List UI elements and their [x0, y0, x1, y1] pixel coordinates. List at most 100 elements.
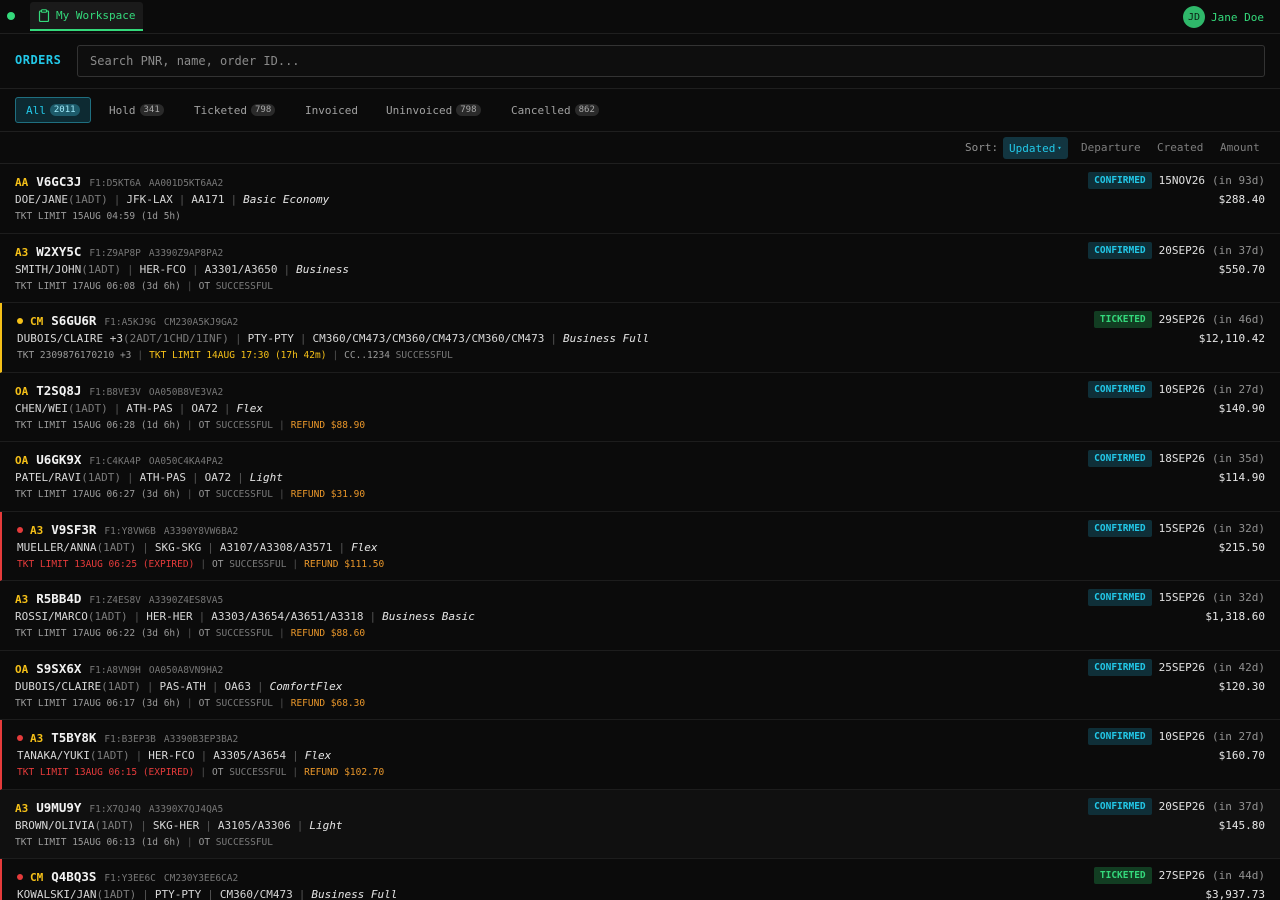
tab-my-workspace[interactable]: My Workspace	[30, 2, 144, 31]
order-amount: $550.70	[1218, 262, 1265, 276]
sort-label: Sort:	[965, 141, 999, 154]
airline-code: OA	[15, 384, 29, 398]
days-until: (in 46d)	[1212, 313, 1265, 326]
airline-code: OA	[15, 454, 29, 467]
ticketing-line: TKT LIMIT 17AUG 06:22 (3d 6h) | OT SUCCESS…	[15, 628, 365, 639]
status-badge: CONFIRMED	[1088, 241, 1152, 259]
pnr-code[interactable]: W2XY5C	[36, 244, 81, 259]
sort-bar: Sort: Updated ▾ Departure Created Amount	[0, 132, 1280, 164]
sort-amount[interactable]: Amount	[1220, 141, 1260, 154]
order-amount: $140.90	[1218, 401, 1265, 415]
ot-status: SUCCESSFUL	[215, 280, 273, 292]
pnr-code[interactable]: U6GK9X	[36, 452, 81, 467]
passenger-name: DUBOIS/CLAIRE +3	[17, 332, 123, 345]
passenger-name: TANAKA/YUKI	[17, 749, 90, 762]
order-id: CM230A5KJ9GA2	[163, 317, 239, 328]
pnr-code[interactable]: T5BY8K	[51, 730, 96, 745]
order-row[interactable]: OA U6GK9X F1:C4KA4P OA050C4KA4PA2 PATEL/RAVI…	[0, 442, 1280, 512]
status-badge: TICKETED	[1093, 311, 1152, 328]
route: PTY-PTY	[154, 888, 202, 900]
flight-numbers: OA72	[191, 401, 218, 415]
pnr-code[interactable]: Q4BQ3S	[51, 869, 96, 884]
passenger-name: PATEL/RAVI	[15, 471, 82, 484]
tab-hold[interactable]: Hold 341	[109, 97, 164, 123]
ticket-time-limit: TKT LIMIT 13AUG 06:15 (EXPIRED)	[17, 767, 195, 778]
avatar: JD	[1183, 6, 1206, 28]
separator: |	[135, 749, 143, 762]
sort-created[interactable]: Created	[1157, 141, 1203, 154]
ticketing-line: TKT LIMIT 17AUG 06:08 (3d 6h) | OT SUCCESS…	[15, 281, 273, 292]
order-row[interactable]: A3 T5BY8K F1:B3EP3B A3390B3EP3BA2 TANAKA/YUK…	[0, 720, 1280, 790]
pnr-code[interactable]: R5BB4D	[36, 591, 81, 606]
tab-label: All	[26, 103, 46, 117]
ot-label: OT	[198, 697, 216, 709]
ot-label: OT	[212, 558, 230, 570]
tab-uninvoiced[interactable]: Uninvoiced 798	[386, 97, 481, 123]
flight-numbers: CM360/CM473/CM360/CM473/CM360/CM473	[312, 332, 545, 345]
separator: |	[237, 471, 244, 484]
tab-cancelled[interactable]: Cancelled 862	[511, 97, 599, 123]
tab-all[interactable]: All 2011	[15, 97, 91, 123]
fare-brand: Business Full	[311, 888, 398, 900]
order-header: OA T2SQ8J F1:B8VE3V OA050B8VE3VA2	[15, 383, 231, 398]
separator: |	[292, 558, 299, 570]
page-title: ORDERS	[15, 53, 62, 67]
pnr-code[interactable]: S9SX6X	[36, 661, 81, 676]
ot-status: SUCCESSFUL	[215, 697, 273, 709]
order-list: AA V6GC3J F1:D5KT6A AA001D5KT6AA2 DOE/JANE(1…	[0, 164, 1280, 900]
flight-numbers: OA72	[204, 471, 232, 484]
tab-invoiced[interactable]: Invoiced	[305, 97, 358, 123]
order-row[interactable]: OA T2SQ8J F1:B8VE3V OA050B8VE3VA2 CHEN/WEI(1…	[0, 373, 1280, 442]
passenger-name: KOWALSKI/JAN	[17, 888, 97, 900]
passenger-name: DUBOIS/CLAIRE	[15, 679, 102, 693]
passenger-types: (1ADT)	[94, 818, 135, 832]
separator: |	[178, 193, 186, 206]
separator: |	[278, 419, 285, 431]
status-line: CONFIRMED 20SEP26 (in 37d)	[1088, 241, 1265, 259]
count-badge: 798	[250, 104, 276, 116]
ticketing-line: TKT 2309876170210 +3 | TKT LIMIT 14AUG 17:…	[17, 350, 453, 361]
route: JFK-LAX	[126, 193, 173, 206]
order-row[interactable]: A3 V9SF3R F1:Y8VW6B A3390Y8VW6BA2 MUELLER/AN…	[0, 511, 1280, 581]
pnr-code[interactable]: V6GC3J	[36, 174, 81, 189]
sort-departure[interactable]: Departure	[1081, 141, 1141, 154]
warning-dot-icon	[17, 318, 23, 324]
user-name: Jane Doe	[1211, 10, 1264, 24]
fare-brand: Light	[249, 471, 283, 484]
order-row[interactable]: CM Q4BQ3S F1:Y3EE6C CM230Y3EE6CA2 KOWALSKI/J…	[0, 859, 1280, 900]
order-row[interactable]: OA S9SX6X F1:A8VN9H OA050A8VN9HA2 DUBOIS/CLA…	[0, 651, 1280, 720]
pnr-code[interactable]: T2SQ8J	[36, 383, 81, 398]
separator: |	[186, 419, 193, 431]
status-line: CONFIRMED 18SEP26 (in 35d)	[1088, 450, 1265, 467]
airline-code: A3	[30, 732, 44, 745]
refund-amount: REFUND $88.60	[290, 628, 366, 639]
ot-status: SUCCESSFUL	[229, 767, 287, 778]
order-row[interactable]: AA V6GC3J F1:D5KT6A AA001D5KT6AA2 DOE/JANE(1…	[0, 164, 1280, 234]
ot-status: SUCCESSFUL	[215, 628, 273, 639]
pnr-code[interactable]: V9SF3R	[51, 522, 96, 537]
status-badge: CONFIRMED	[1088, 450, 1152, 467]
status-line: TICKETED 27SEP26 (in 44d)	[1093, 867, 1265, 884]
separator: |	[126, 471, 134, 484]
order-row[interactable]: A3 U9MU9Y F1:X7QJ4Q A3390X7QJ4QA5 BROWN/OLIV…	[0, 789, 1280, 859]
search-input[interactable]	[77, 45, 1265, 77]
sort-updated[interactable]: Updated ▾	[1003, 137, 1068, 159]
ot-label: OT	[198, 280, 216, 292]
flight-numbers: CM360/CM473	[219, 888, 293, 900]
tab-ticketed[interactable]: Ticketed 798	[194, 97, 276, 123]
pnr-code[interactable]: S6GU6R	[51, 313, 96, 328]
user-menu[interactable]: JD Jane Doe	[1183, 5, 1264, 29]
ticket-time-limit: TKT LIMIT 15AUG 06:13 (1d 6h)	[15, 836, 181, 848]
separator: |	[298, 888, 306, 900]
order-row[interactable]: CM S6GU6R F1:A5KJ9G CM230A5KJ9GA2 DUBOIS/CLA…	[0, 303, 1280, 373]
tab-label: Cancelled	[511, 103, 571, 117]
clipboard-icon	[38, 9, 50, 22]
status-line: CONFIRMED 20SEP26 (in 37d)	[1088, 797, 1265, 815]
filter-tabs: All 2011 Hold 341 Ticketed 798 Invoiced …	[0, 89, 1280, 132]
order-row[interactable]: A3 R5BB4D F1:Z4ES8V A3390Z4ES8VA5 ROSSI/MARC…	[0, 581, 1280, 651]
count-badge: 341	[139, 104, 164, 116]
pnr-code[interactable]: U9MU9Y	[36, 800, 81, 815]
ticket-time-limit: TKT LIMIT 14AUG 17:30 (17h 42m)	[149, 350, 327, 361]
separator: |	[113, 401, 121, 415]
order-row[interactable]: A3 W2XY5C F1:Z9AP8P A3390Z9AP8PA2 SMITH/JOHN…	[0, 234, 1280, 303]
